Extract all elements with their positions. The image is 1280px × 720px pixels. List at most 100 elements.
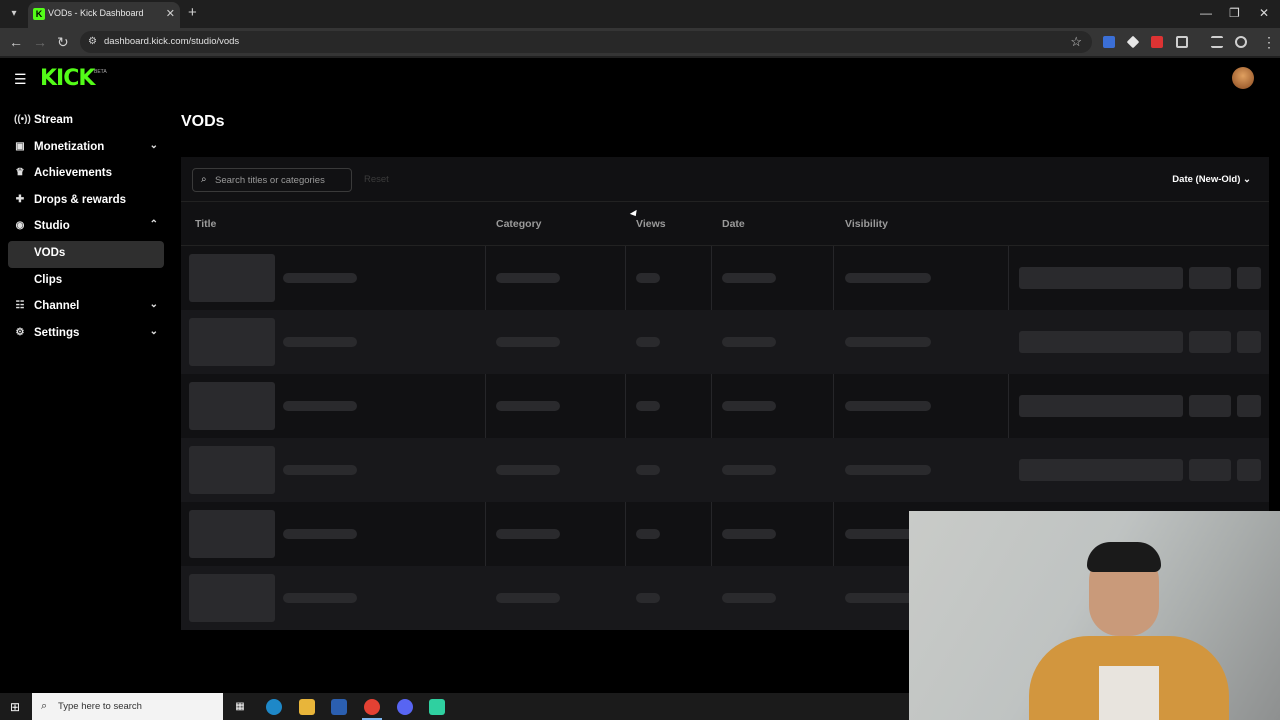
file-explorer-icon[interactable]: [299, 699, 315, 715]
skeleton-action: [1237, 459, 1261, 481]
window-close-icon[interactable]: ✕: [1259, 6, 1269, 20]
sidebar-item-label: Stream: [34, 114, 73, 126]
browser-tab-active[interactable]: K VODs - Kick Dashboard ✕: [28, 2, 180, 28]
page-title: VODs: [181, 113, 225, 130]
hoodie-panel: [1099, 666, 1159, 720]
extensions-puzzle-icon[interactable]: [1176, 36, 1188, 48]
tab-search-chevron-icon[interactable]: ▾: [4, 4, 24, 24]
skeleton-text: [722, 401, 776, 411]
column-header-title[interactable]: Title: [195, 218, 216, 230]
taskbar-search-placeholder: Type here to search: [58, 701, 142, 712]
sidebar-item-label: Channel: [34, 300, 80, 313]
skeleton-text: [845, 337, 931, 347]
table-header: Title Category Views Date Visibility: [181, 203, 1269, 246]
sidebar-item-monetization[interactable]: ▣ Monetization ⌄: [8, 135, 164, 162]
skeleton-text: [636, 401, 660, 411]
app-icon[interactable]: [429, 699, 445, 715]
skeleton-action: [1189, 331, 1231, 353]
back-icon[interactable]: ←: [9, 34, 23, 50]
reset-button[interactable]: Reset: [364, 174, 389, 185]
task-view-icon[interactable]: ▦: [232, 699, 248, 715]
search-icon: ⌕: [201, 174, 207, 185]
hamburger-menu-icon[interactable]: ☰: [14, 71, 27, 88]
store-icon[interactable]: [331, 699, 347, 715]
minimize-icon[interactable]: —: [1200, 6, 1212, 20]
new-tab-button[interactable]: +: [188, 4, 197, 22]
skeleton-text: [722, 593, 776, 603]
translate-extension-icon[interactable]: [1103, 36, 1115, 48]
sort-dropdown[interactable]: Date (New-Old) ⌄: [1172, 174, 1251, 185]
skeleton-text: [283, 337, 357, 347]
thumbnail-placeholder: [189, 574, 275, 622]
skeleton-text: [722, 465, 776, 475]
taskbar-search[interactable]: ⌕ Type here to search: [32, 693, 223, 720]
sidebar-item-channel[interactable]: ☷ Channel ⌄: [8, 294, 164, 321]
gift-icon: ✚: [15, 193, 25, 205]
skeleton-action: [1019, 267, 1183, 289]
table-row[interactable]: [181, 246, 1269, 310]
sidebar-item-achievements[interactable]: ♛ Achievements: [8, 161, 164, 188]
sidebar-item-label: VODs: [34, 246, 66, 259]
tab-close-icon[interactable]: ✕: [166, 7, 175, 20]
discord-icon[interactable]: [397, 699, 413, 715]
monetization-icon: ▣: [15, 140, 25, 152]
column-header-views[interactable]: Views: [636, 218, 666, 230]
table-row[interactable]: [181, 438, 1269, 502]
table-row[interactable]: [181, 374, 1269, 438]
search-box[interactable]: ⌕: [192, 168, 352, 192]
skeleton-text: [496, 401, 560, 411]
url-text: dashboard.kick.com/studio/vods: [104, 36, 240, 47]
skeleton-text: [496, 529, 560, 539]
sidebar-item-drops-rewards[interactable]: ✚ Drops & rewards: [8, 188, 164, 215]
forward-icon[interactable]: →: [33, 34, 47, 50]
restore-icon[interactable]: ❐: [1229, 6, 1240, 20]
windows-start-icon[interactable]: ⊞: [10, 700, 20, 714]
address-bar[interactable]: ⚙ dashboard.kick.com/studio/vods ☆: [80, 31, 1092, 53]
sidebar-item-settings[interactable]: ⚙ Settings ⌄: [8, 321, 164, 348]
sidebar-item-label: Settings: [34, 326, 80, 339]
sidebar-item-label: Monetization: [34, 140, 105, 153]
gear-icon: ⚙: [15, 326, 25, 338]
bookmark-star-icon[interactable]: ☆: [1070, 34, 1082, 50]
chevron-down-icon: ⌄: [149, 325, 158, 337]
skeleton-action: [1189, 267, 1231, 289]
red-extension-icon[interactable]: [1151, 36, 1163, 48]
chrome-icon[interactable]: [364, 699, 380, 715]
browser-menu-icon[interactable]: ⋮: [1262, 34, 1276, 50]
table-row[interactable]: [181, 310, 1269, 374]
sidebar-nav: ((•)) Stream ▣ Monetization ⌄ ♛ Achievem…: [8, 108, 164, 347]
profile-icon[interactable]: [1235, 36, 1247, 48]
browser-toolbar: ← → ↻ ⚙ dashboard.kick.com/studio/vods ☆…: [0, 28, 1280, 56]
skeleton-text: [636, 273, 660, 283]
skeleton-action: [1237, 267, 1261, 289]
search-input[interactable]: [215, 173, 347, 187]
sidebar-item-studio[interactable]: ◉ Studio ⌃: [8, 214, 164, 241]
thumbnail-placeholder: [189, 254, 275, 302]
skeleton-text: [845, 273, 931, 283]
chevron-down-icon: ⌄: [1243, 174, 1251, 185]
reload-icon[interactable]: ↻: [57, 34, 69, 50]
column-header-visibility[interactable]: Visibility: [845, 218, 888, 230]
diamond-extension-icon[interactable]: [1126, 35, 1140, 49]
skeleton-action: [1189, 395, 1231, 417]
sidebar-item-vods[interactable]: VODs: [8, 240, 164, 268]
edge-icon[interactable]: [266, 699, 282, 715]
sidebar-item-stream[interactable]: ((•)) Stream: [8, 108, 164, 135]
column-header-date[interactable]: Date: [722, 218, 745, 230]
skeleton-text: [283, 529, 357, 539]
user-avatar[interactable]: [1232, 67, 1254, 89]
skeleton-action: [1189, 459, 1231, 481]
browser-tabbar: ▾ K VODs - Kick Dashboard ✕ + — ❐ ✕: [0, 0, 1280, 28]
site-info-icon[interactable]: ⚙: [88, 36, 97, 47]
tab-title: VODs - Kick Dashboard: [48, 8, 144, 18]
column-header-category[interactable]: Category: [496, 218, 542, 230]
kick-logo[interactable]: KICK: [40, 66, 95, 91]
media-controls-icon[interactable]: [1211, 36, 1223, 48]
sidebar-item-clips[interactable]: Clips: [8, 268, 164, 295]
kick-favicon-icon: K: [33, 8, 45, 20]
skeleton-text: [722, 529, 776, 539]
sidebar-item-label: Drops & rewards: [34, 193, 127, 206]
skeleton-text: [636, 465, 660, 475]
thumbnail-placeholder: [189, 446, 275, 494]
thumbnail-placeholder: [189, 510, 275, 558]
